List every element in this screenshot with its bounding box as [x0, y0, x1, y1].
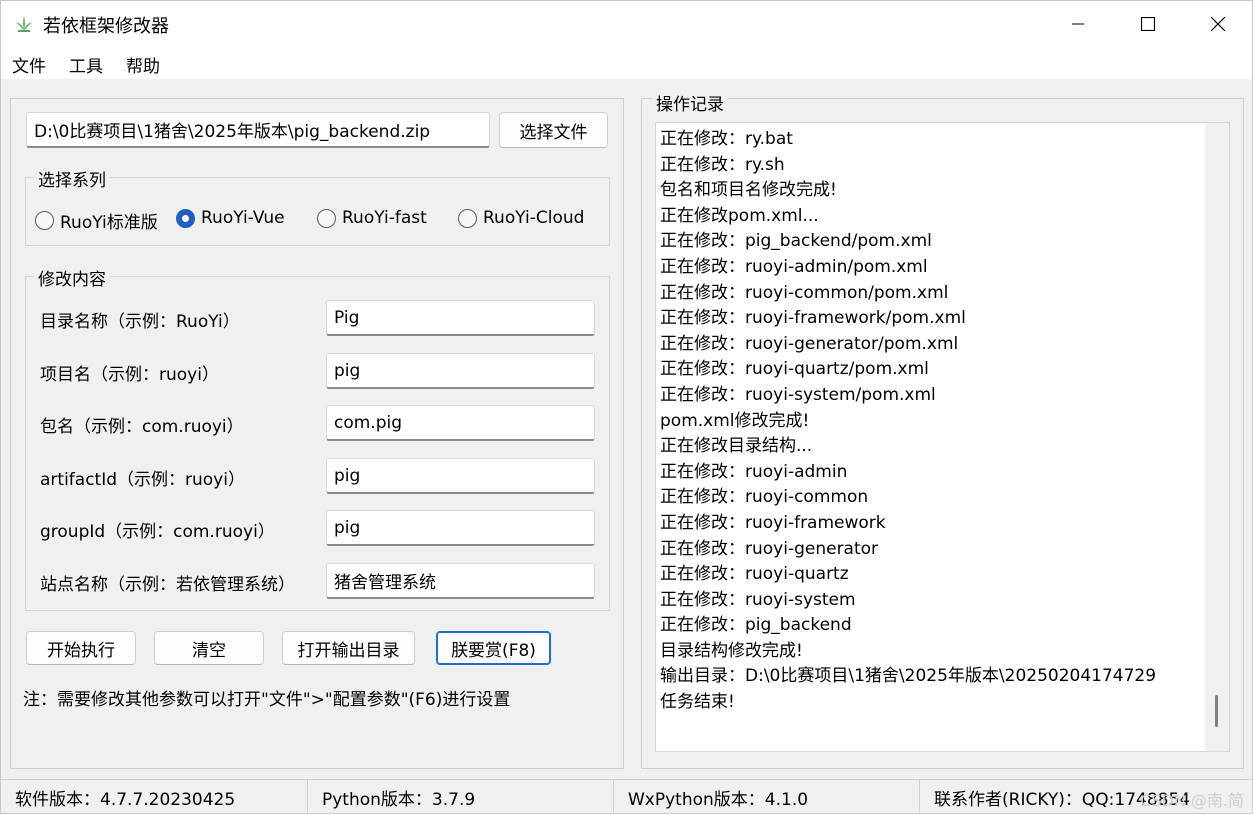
series-group: 选择系列 RuoYi标准版 RuoYi-Vue RuoYi-fast RuoYi…	[25, 166, 610, 246]
log-line: 正在修改：ruoyi-quartz/pom.xml	[660, 359, 929, 380]
log-line: 正在修改：ruoyi-common/pom.xml	[660, 282, 949, 303]
maximize-icon	[1141, 17, 1155, 31]
log-line: 正在修改：pig_backend/pom.xml	[660, 231, 932, 252]
radio-ruoyi-cloud[interactable]: RuoYi-Cloud	[458, 208, 584, 228]
log-legend: 操作记录	[652, 90, 728, 115]
modify-group: 修改内容 目录名称（示例：RuoYi） Pig 项目名（示例：ruoyi） pi…	[25, 265, 610, 611]
group-id-input[interactable]: pig	[326, 510, 595, 546]
modify-legend: 修改内容	[34, 265, 110, 290]
artifact-id-input[interactable]: pig	[326, 458, 595, 494]
python-version: Python版本：3.7.9	[308, 780, 614, 814]
log-scrollbar[interactable]	[1205, 123, 1229, 751]
radio-dot	[317, 208, 336, 228]
log-line: 正在修改：ruoyi-system	[660, 589, 856, 610]
start-button[interactable]: 开始执行	[26, 631, 136, 665]
dir-name-input[interactable]: Pig	[326, 300, 595, 336]
log-line: 任务结束!	[660, 692, 735, 713]
radio-label: RuoYi标准版	[60, 213, 158, 233]
select-file-button[interactable]: 选择文件	[499, 112, 608, 148]
radio-dot	[458, 208, 477, 228]
log-line: 正在修改：ruoyi-generator/pom.xml	[660, 333, 959, 354]
radio-ruoyi-fast[interactable]: RuoYi-fast	[317, 208, 427, 228]
group-id-label: groupId（示例：com.ruoyi）	[40, 522, 275, 542]
site-name-input[interactable]: 猪舍管理系统	[326, 563, 595, 599]
radio-label: RuoYi-Cloud	[483, 208, 585, 228]
log-line: 正在修改：ruoyi-common	[660, 487, 869, 508]
package-name-label: 包名（示例：com.ruoyi）	[40, 417, 244, 437]
file-path-input[interactable]: D:\0比赛项目\1猪舍\2025年版本\pig_backend.zip	[26, 112, 490, 148]
log-line: pom.xml修改完成!	[660, 410, 810, 431]
close-icon	[1211, 17, 1225, 31]
app-window: 若依框架修改器 文件 工具 帮助 D:\0比赛项目\1猪舍\2025年版本\pi…	[0, 0, 1253, 814]
open-output-button[interactable]: 打开输出目录	[282, 631, 415, 665]
series-legend: 选择系列	[34, 166, 110, 191]
menu-help[interactable]: 帮助	[126, 52, 160, 77]
radio-label: RuoYi-fast	[342, 208, 427, 228]
menu-file[interactable]: 文件	[12, 52, 46, 77]
dir-name-label: 目录名称（示例：RuoYi）	[40, 312, 240, 332]
minimize-icon	[1072, 23, 1084, 25]
log-line: 正在修改：ruoyi-framework/pom.xml	[660, 308, 966, 329]
log-lines: 正在修改：ry.bat 正在修改：ry.sh 包名和项目名修改完成! 正在修改pom.…	[660, 127, 1205, 716]
watermark: CSDN @南.简	[1140, 791, 1244, 810]
log-line: 正在修改pom.xml...	[660, 205, 819, 226]
log-line: 正在修改：ruoyi-quartz	[660, 564, 849, 585]
radio-dot-selected	[176, 208, 195, 228]
site-name-label: 站点名称（示例：若依管理系统）	[40, 575, 295, 595]
minimize-button[interactable]	[1043, 1, 1113, 47]
log-line: 正在修改：ruoyi-framework	[660, 512, 886, 533]
status-bar: 软件版本：4.7.7.20230425 Python版本：3.7.9 WxPyt…	[1, 779, 1252, 814]
package-name-input[interactable]: com.pig	[326, 405, 595, 441]
wxpython-version: WxPython版本：4.1.0	[614, 780, 920, 814]
radio-ruoyi-standard[interactable]: RuoYi标准版	[35, 208, 158, 233]
project-name-input[interactable]: pig	[326, 353, 595, 389]
project-name-label: 项目名（示例：ruoyi）	[40, 365, 219, 385]
window-title: 若依框架修改器	[43, 16, 169, 37]
log-line: 正在修改：ruoyi-admin	[660, 461, 848, 482]
maximize-button[interactable]	[1113, 1, 1183, 47]
note-text: 注：需要修改其他参数可以打开"文件">"配置参数"(F6)进行设置	[23, 690, 511, 710]
log-line: 正在修改目录结构...	[660, 436, 813, 457]
clear-button[interactable]: 清空	[154, 631, 264, 665]
software-version: 软件版本：4.7.7.20230425	[1, 780, 308, 814]
log-line: 包名和项目名修改完成!	[660, 180, 837, 201]
left-panel: D:\0比赛项目\1猪舍\2025年版本\pig_backend.zip 选择文…	[10, 98, 624, 769]
menu-tools[interactable]: 工具	[69, 52, 103, 77]
log-line: 正在修改：ruoyi-admin/pom.xml	[660, 256, 928, 277]
log-line: 正在修改：ruoyi-system/pom.xml	[660, 384, 936, 405]
log-line: 目录结构修改完成!	[660, 640, 803, 661]
scroll-thumb[interactable]	[1215, 695, 1218, 727]
log-line: 正在修改：ry.sh	[660, 154, 785, 175]
artifact-id-label: artifactId（示例：ruoyi）	[40, 470, 245, 490]
log-line: 正在修改：pig_backend	[660, 615, 852, 636]
close-button[interactable]	[1183, 1, 1253, 47]
log-line: 正在修改：ruoyi-generator	[660, 538, 879, 559]
log-line: 输出目录：D:\0比赛项目\1猪舍\2025年版本\20250204174729	[660, 666, 1157, 687]
app-leaf-icon	[16, 16, 32, 32]
radio-label: RuoYi-Vue	[201, 208, 285, 228]
title-bar: 若依框架修改器	[1, 1, 1252, 47]
donate-button[interactable]: 朕要赏(F8)	[436, 631, 551, 665]
log-textarea[interactable]: 正在修改：ry.bat 正在修改：ry.sh 包名和项目名修改完成! 正在修改pom.…	[655, 122, 1230, 752]
radio-dot	[35, 211, 54, 230]
menu-bar: 文件 工具 帮助	[1, 47, 1252, 79]
log-line: 正在修改：ry.bat	[660, 129, 793, 149]
radio-ruoyi-vue[interactable]: RuoYi-Vue	[176, 208, 285, 228]
